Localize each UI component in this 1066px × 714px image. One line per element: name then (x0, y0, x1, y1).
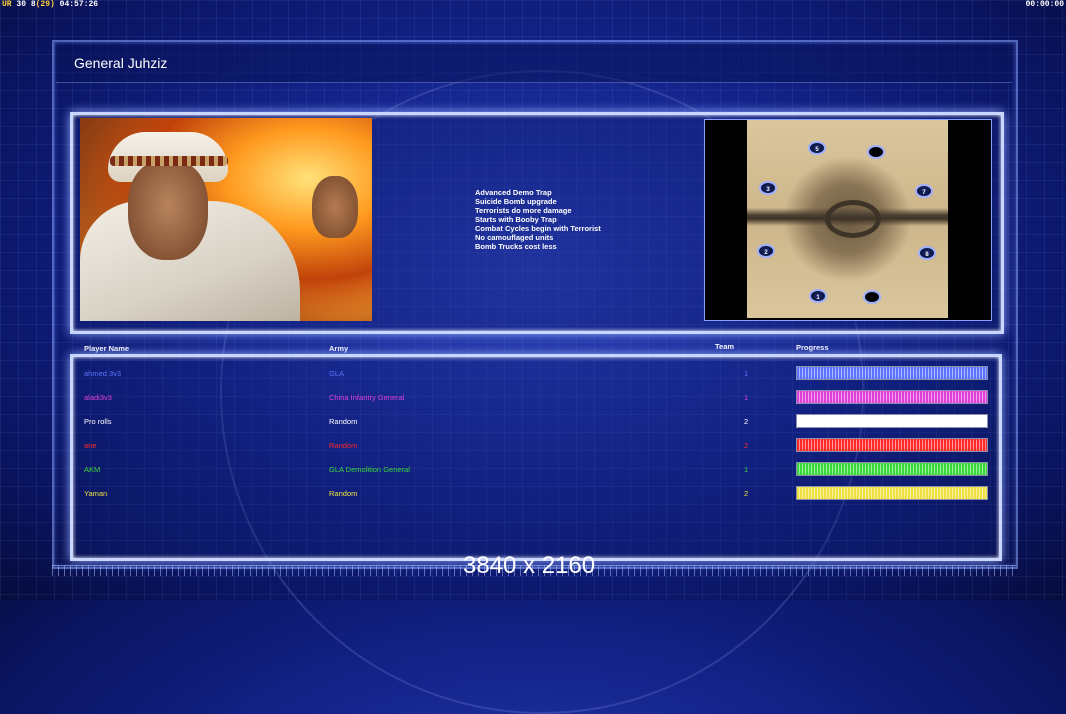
player-name: Yaman (84, 489, 108, 498)
start-position-8[interactable]: 8 (918, 246, 936, 260)
hud-stats-values: 30 8 (16, 0, 36, 9)
start-position-3[interactable]: 3 (759, 181, 777, 195)
portrait-headband (110, 156, 228, 166)
player-name: ahmed 3v3 (84, 369, 122, 378)
player-row: Pro rolls Random 2 (84, 414, 990, 428)
player-team: 2 (744, 489, 749, 498)
player-progress-fill (797, 439, 987, 451)
player-row: ahmed 3v3 GLA 1 (84, 366, 990, 380)
player-row: Yaman Random 2 (84, 486, 990, 500)
hud-ur: UR (2, 0, 12, 9)
player-army: China Infantry General (329, 393, 405, 402)
player-team: 1 (744, 465, 749, 474)
trait-item: Terrorists do more damage (475, 206, 572, 215)
column-header-progress: Progress (796, 343, 829, 352)
start-position-empty[interactable] (867, 145, 885, 159)
player-army: GLA Demolition General (329, 465, 410, 474)
start-position-2[interactable]: 2 (757, 244, 775, 258)
player-progress-fill (797, 415, 987, 427)
trait-item: Bomb Trucks cost less (475, 242, 557, 251)
start-position-5[interactable]: 5 (808, 141, 826, 155)
trait-item: Starts with Booby Trap (475, 215, 557, 224)
player-progress-bar (796, 414, 988, 428)
player-progress-bar (796, 366, 988, 380)
player-army: Random (329, 441, 358, 450)
start-position-1[interactable]: 1 (809, 289, 827, 303)
player-name: AKM (84, 465, 101, 474)
player-name: Pro rolls (84, 417, 112, 426)
player-progress-bar (796, 462, 988, 476)
hud-clock-right: 00:00:00 (1025, 0, 1064, 9)
general-traits-list: Advanced Demo Trap Suicide Bomb upgrade … (475, 188, 601, 251)
player-team: 2 (744, 417, 749, 426)
page-title: General Juhziz (74, 55, 168, 71)
portrait-hand (312, 176, 358, 238)
map-preview: 5 3 7 2 8 1 (747, 120, 948, 318)
resolution-watermark: 3840 x 2160 (463, 552, 596, 579)
column-header-player: Player Name (84, 344, 130, 353)
player-army: GLA (329, 369, 345, 378)
player-name: aladi3v3 (84, 393, 112, 402)
map-center-ring (825, 200, 881, 238)
trait-item: Suicide Bomb upgrade (475, 197, 557, 206)
hud-bar: UR 30 8(29) 04:57:26 00:00:00 (0, 0, 1066, 10)
player-team: 1 (744, 369, 749, 378)
player-progress-bar (796, 438, 988, 452)
start-position-empty[interactable] (863, 290, 881, 304)
player-team: 2 (744, 441, 749, 450)
player-progress-fill (797, 391, 987, 403)
portrait-face (128, 160, 208, 260)
trait-item: No camouflaged units (475, 233, 554, 242)
player-progress-fill (797, 367, 987, 379)
hud-bracket: (29) (35, 0, 55, 9)
header-bar (56, 44, 1012, 83)
player-row: ane Random 2 (84, 438, 990, 452)
hud-stats: UR 30 8(29) 04:57:26 (2, 0, 98, 9)
hud-clock-left: 04:57:26 (59, 0, 99, 9)
trait-item: Advanced Demo Trap (475, 188, 552, 197)
column-header-army: Army (329, 344, 349, 353)
player-progress-bar (796, 390, 988, 404)
player-row: AKM GLA Demolition General 1 (84, 462, 990, 476)
players-panel (70, 354, 1002, 561)
general-portrait (80, 118, 372, 321)
player-name: ane (84, 441, 97, 450)
player-progress-fill (797, 463, 987, 475)
player-army: Random (329, 417, 358, 426)
column-header-team: Team (715, 342, 735, 351)
player-progress-bar (796, 486, 988, 500)
trait-item: Combat Cycles begin with Terrorist (475, 224, 601, 233)
player-army: Random (329, 489, 358, 498)
start-position-7[interactable]: 7 (915, 184, 933, 198)
player-row: aladi3v3 China Infantry General 1 (84, 390, 990, 404)
player-team: 1 (744, 393, 749, 402)
player-progress-fill (797, 487, 987, 499)
